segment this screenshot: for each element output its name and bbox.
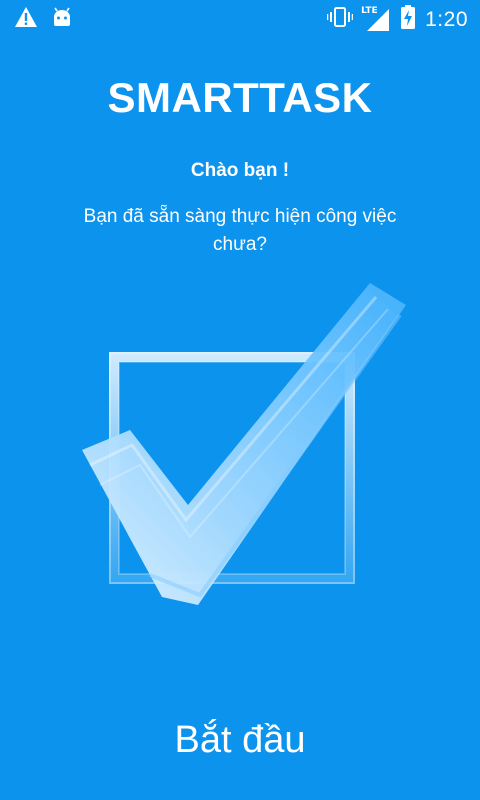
welcome-screen: LTE 1:20 SMARTTASK Chào bạn ! Bạn đã sẵn… (0, 0, 480, 800)
signal-icon: LTE (361, 5, 391, 32)
warning-icon (14, 6, 38, 33)
question-text: Bạn đã sẵn sàng thực hiện công việc chưa… (83, 206, 397, 255)
status-bar: LTE 1:20 (0, 0, 480, 36)
start-button[interactable]: Bắt đầu (120, 700, 360, 780)
android-icon (52, 7, 72, 32)
battery-charging-icon (401, 5, 416, 34)
app-title: SMARTTASK (107, 74, 373, 121)
checkbox-check-icon (70, 275, 420, 615)
vibrate-icon (326, 6, 354, 33)
network-type-label: LTE (361, 5, 378, 16)
greeting-text: Chào bạn ! (190, 160, 290, 181)
clock: 1:20 (425, 7, 468, 31)
